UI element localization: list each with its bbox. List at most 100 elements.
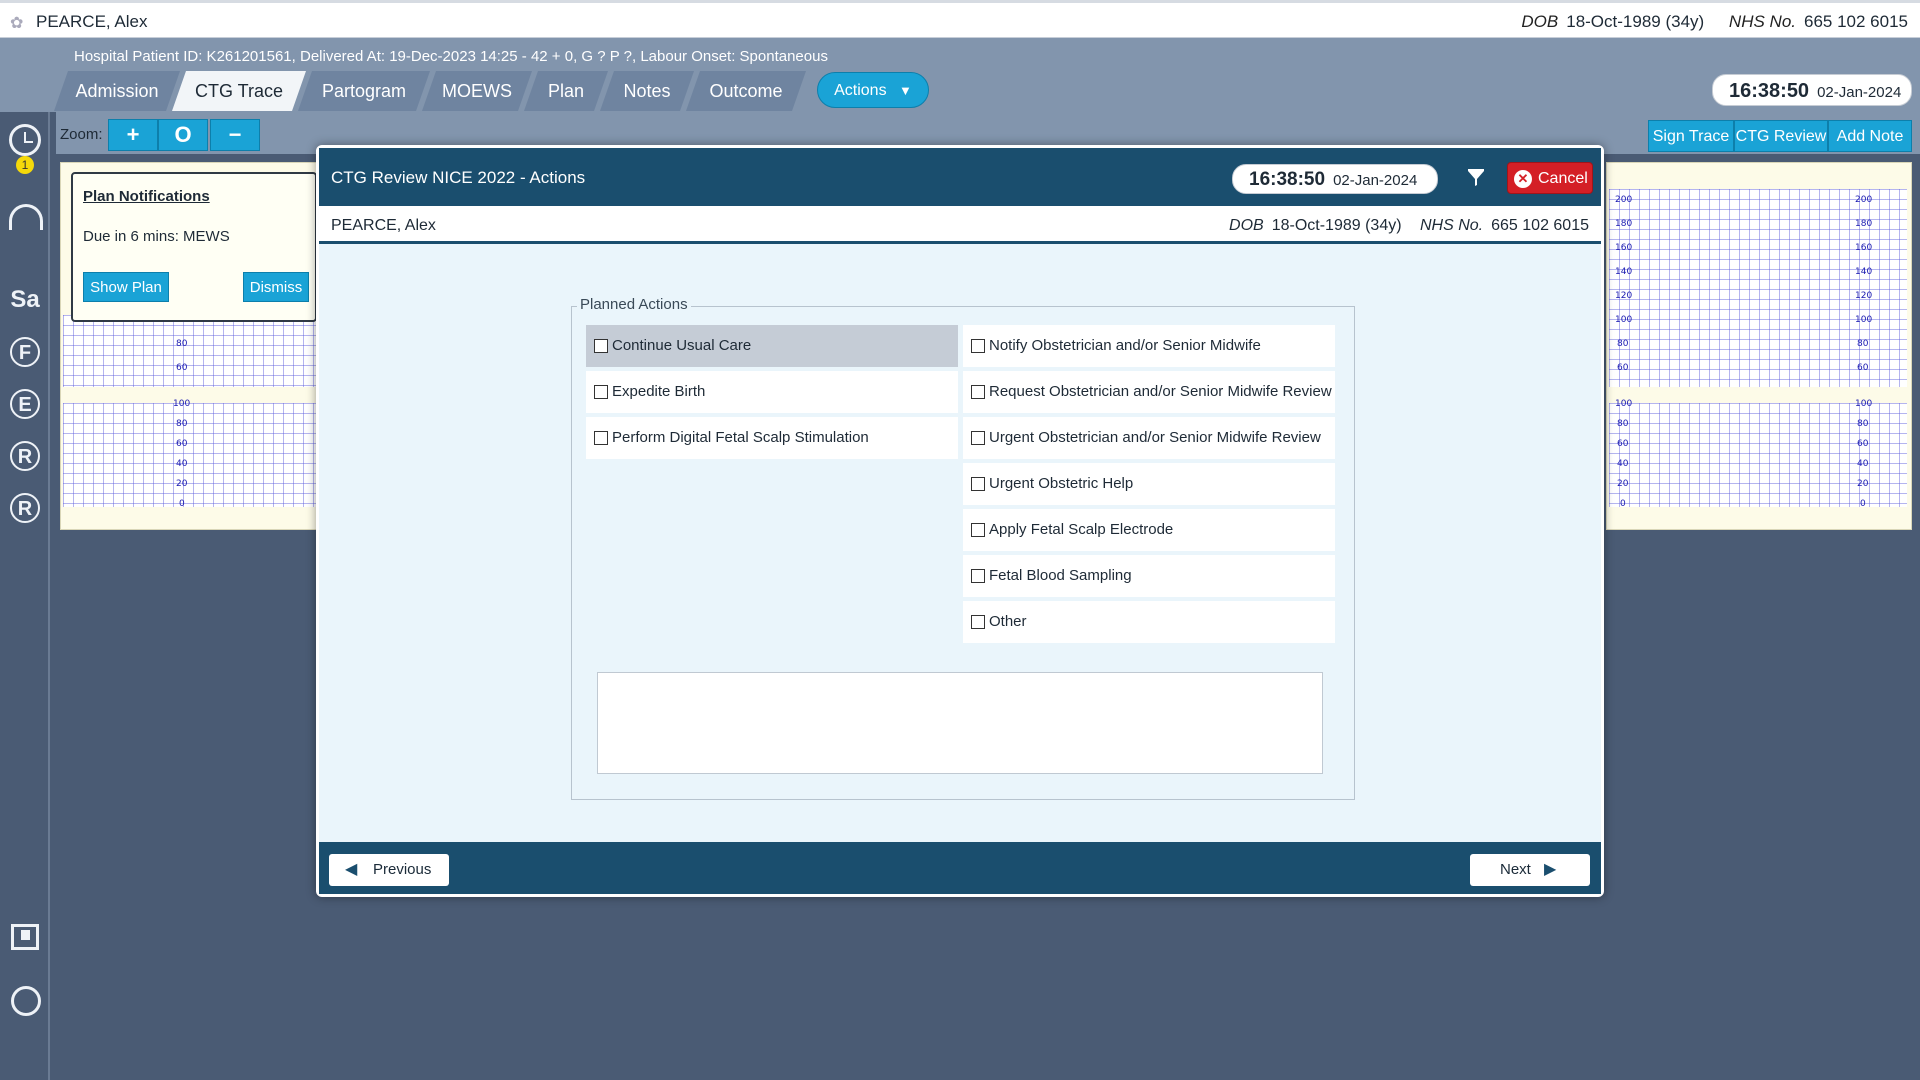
clock-time: 16:38:50 <box>1729 80 1810 102</box>
toco-tick: 0 <box>179 499 185 509</box>
dob-label: DOB <box>1521 12 1559 31</box>
sign-trace-button[interactable]: Sign Trace <box>1648 120 1734 152</box>
zoom-reset-button[interactable]: O <box>158 119 208 151</box>
tab-outcome[interactable]: Outcome <box>686 71 806 111</box>
ctg-trace-right-panel: 200 180 160 140 120 100 80 60 200 180 16… <box>1606 162 1912 530</box>
fhr-tick: 100 <box>1615 315 1633 325</box>
toco-tick: 80 <box>1617 419 1629 429</box>
alarm-clock-icon[interactable] <box>9 124 41 156</box>
action-request-obstetrician-review[interactable]: Request Obstetrician and/or Senior Midwi… <box>963 371 1335 413</box>
toco-tick: 40 <box>176 459 188 469</box>
ctg-review-button[interactable]: CTG Review <box>1734 120 1828 152</box>
action-apply-fetal-scalp-electrode[interactable]: Apply Fetal Scalp Electrode <box>963 509 1335 551</box>
checkbox[interactable] <box>594 431 608 445</box>
tab-partogram[interactable]: Partogram <box>298 71 430 111</box>
next-button[interactable]: Next ▶ <box>1470 854 1590 886</box>
nhs-value: 665 102 6015 <box>1491 217 1589 234</box>
toco-tick: 80 <box>176 419 188 429</box>
actions-dropdown-button[interactable]: Actions ▼ <box>817 72 929 108</box>
previous-button[interactable]: ◀ Previous <box>329 854 449 886</box>
other-details-textarea[interactable] <box>597 672 1323 774</box>
actions-label: Actions <box>834 82 887 99</box>
toco-tick: 60 <box>1617 439 1629 449</box>
fhr-grid-left <box>63 315 317 387</box>
sidebar-item-e[interactable]: E <box>10 389 40 419</box>
chevron-left-icon: ◀ <box>345 861 358 878</box>
monitor-icon[interactable] <box>11 924 39 950</box>
action-expedite-birth[interactable]: Expedite Birth <box>586 371 958 413</box>
filter-icon[interactable] <box>1465 168 1487 190</box>
fhr-tick: 80 <box>176 339 188 349</box>
tab-ctg-trace[interactable]: CTG Trace <box>172 71 306 111</box>
plan-notification-message: Due in 6 mins: MEWS <box>83 228 230 245</box>
action-label: Notify Obstetrician and/or Senior Midwif… <box>989 337 1261 354</box>
tab-plan[interactable]: Plan <box>524 71 608 111</box>
action-fetal-blood-sampling[interactable]: Fetal Blood Sampling <box>963 555 1335 597</box>
nhs-value: 665 102 6015 <box>1804 12 1908 31</box>
chevron-down-icon: ▼ <box>899 83 912 98</box>
tab-label: Partogram <box>321 81 407 101</box>
tab-admission[interactable]: Admission <box>54 71 180 111</box>
show-plan-button[interactable]: Show Plan <box>83 272 169 302</box>
clock-hand <box>25 141 33 143</box>
toco-tick: 0 <box>1860 499 1866 509</box>
dialog-header: CTG Review NICE 2022 - Actions 16:38:50 0… <box>319 148 1601 206</box>
toco-tick: 100 <box>173 399 191 409</box>
checkbox[interactable] <box>971 385 985 399</box>
monitor-screen <box>21 930 30 940</box>
toco-tick: 100 <box>1855 399 1873 409</box>
sidebar-item-r2[interactable]: R <box>10 493 40 523</box>
dialog-clock: 16:38:50 02-Jan-2024 <box>1232 164 1438 194</box>
add-note-button[interactable]: Add Note <box>1828 120 1912 152</box>
fhr-tick: 160 <box>1615 243 1633 253</box>
fhr-tick: 80 <box>1857 339 1869 349</box>
dob-value: 18-Oct-1989 (34y) <box>1271 217 1402 234</box>
nhs-label: NHS No. <box>1420 217 1484 234</box>
action-urgent-obstetric-help[interactable]: Urgent Obstetric Help <box>963 463 1335 505</box>
toco-tick: 100 <box>1615 399 1633 409</box>
sidebar-item-r1[interactable]: R <box>10 441 40 471</box>
cancel-button[interactable]: ✕ Cancel <box>1507 162 1593 194</box>
patient-star-icon: ✿ <box>10 15 24 32</box>
tab-notes[interactable]: Notes <box>600 71 694 111</box>
sidebar-item-sa[interactable]: Sa <box>0 286 50 314</box>
checkbox[interactable] <box>971 477 985 491</box>
action-other[interactable]: Other <box>963 601 1335 643</box>
action-urgent-obstetrician-review[interactable]: Urgent Obstetrician and/or Senior Midwif… <box>963 417 1335 459</box>
sidebar-item-f[interactable]: F <box>10 337 40 367</box>
toco-tick: 20 <box>176 479 188 489</box>
clock-time: 16:38:50 <box>1249 169 1326 190</box>
action-notify-obstetrician[interactable]: Notify Obstetrician and/or Senior Midwif… <box>963 325 1335 367</box>
action-label: Request Obstetrician and/or Senior Midwi… <box>989 383 1332 400</box>
zoom-out-button[interactable]: − <box>210 119 260 151</box>
tab-moews[interactable]: MOEWS <box>422 71 532 111</box>
toco-tick: 80 <box>1857 419 1869 429</box>
action-label: Apply Fetal Scalp Electrode <box>989 521 1174 538</box>
checkbox[interactable] <box>971 431 985 445</box>
zoom-in-button[interactable]: + <box>108 119 158 151</box>
checkbox[interactable] <box>594 339 608 353</box>
close-icon: ✕ <box>1514 170 1532 188</box>
action-continue-usual-care[interactable]: Continue Usual Care <box>586 325 958 367</box>
cancel-label: Cancel <box>1538 170 1588 187</box>
checkbox[interactable] <box>594 385 608 399</box>
previous-label: Previous <box>373 861 432 878</box>
gauge-icon[interactable] <box>9 204 43 230</box>
dismiss-button[interactable]: Dismiss <box>243 272 309 302</box>
ctg-review-actions-dialog: CTG Review NICE 2022 - Actions 16:38:50 0… <box>316 145 1604 897</box>
clock-date: 02-Jan-2024 <box>1817 84 1902 101</box>
action-digital-fetal-scalp-stimulation[interactable]: Perform Digital Fetal Scalp Stimulation <box>586 417 958 459</box>
fhr-tick: 140 <box>1615 267 1633 277</box>
fhr-tick: 180 <box>1855 219 1873 229</box>
checkbox[interactable] <box>971 569 985 583</box>
checkbox[interactable] <box>971 615 985 629</box>
fhr-tick: 140 <box>1855 267 1873 277</box>
planned-actions-legend: Planned Actions <box>577 296 691 313</box>
fhr-tick: 60 <box>1857 363 1869 373</box>
checkbox[interactable] <box>971 339 985 353</box>
search-icon[interactable] <box>11 986 41 1016</box>
patient-identifiers: DOB 18-Oct-1989 (34y) NHS No. 665 102 6015 <box>1521 12 1908 32</box>
checkbox[interactable] <box>971 523 985 537</box>
fhr-tick: 160 <box>1855 243 1873 253</box>
toco-grid-left <box>63 403 317 507</box>
